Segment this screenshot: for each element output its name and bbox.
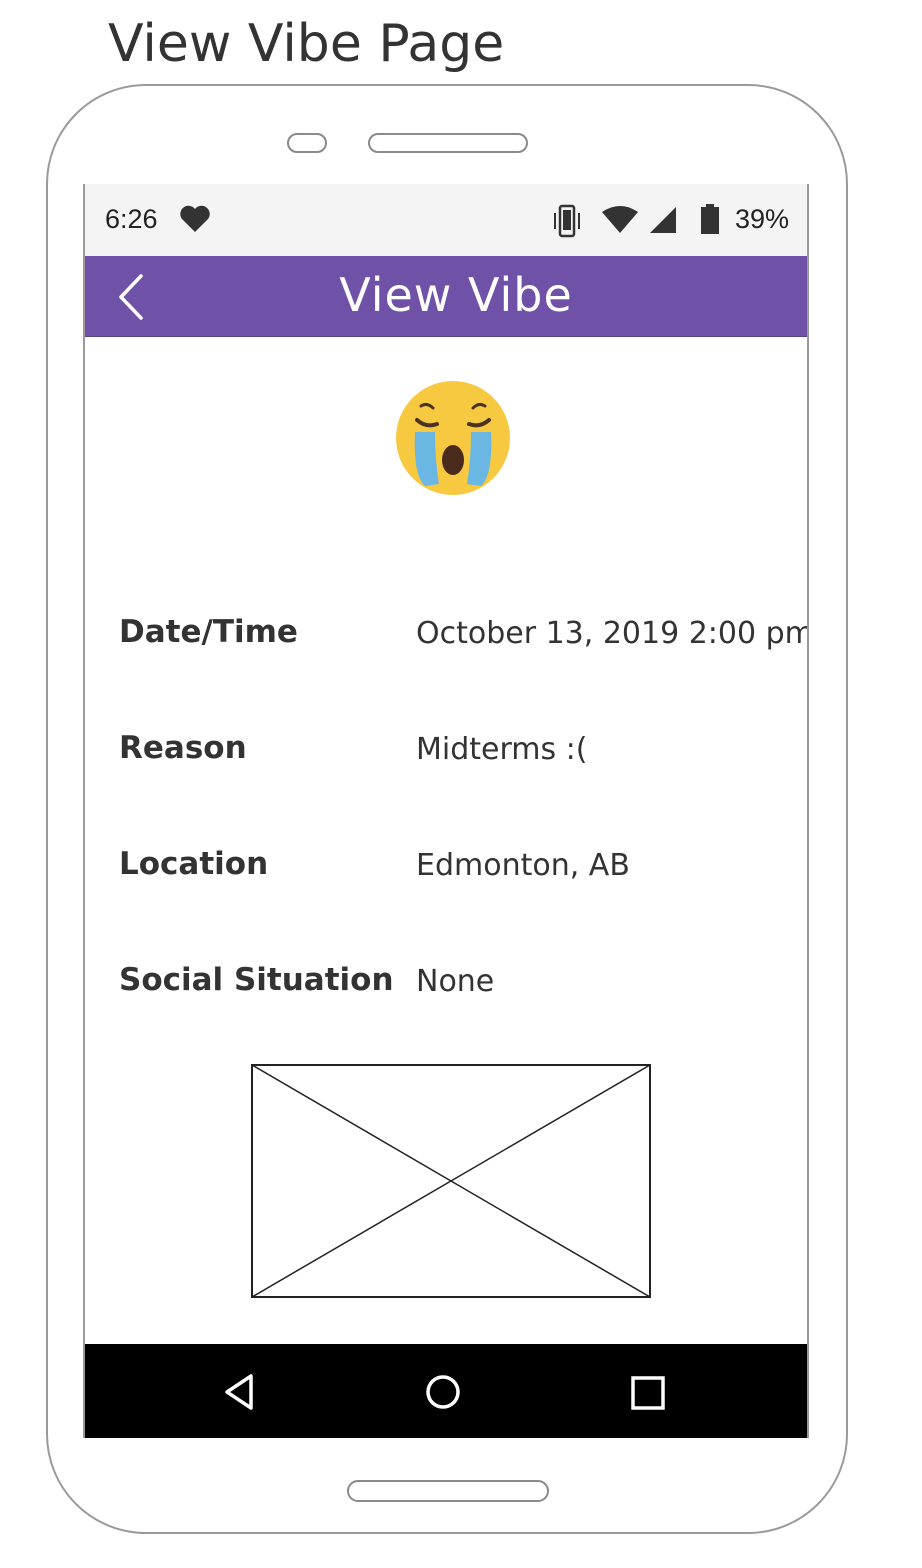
detail-label: Social Situation: [119, 962, 394, 998]
status-bar: 6:26 39%: [85, 184, 807, 256]
detail-value: None: [416, 964, 495, 999]
page-title: View Vibe Page: [108, 14, 505, 74]
image-placeholder: [251, 1064, 651, 1298]
vibrate-icon: [554, 204, 580, 238]
detail-row-reason: Reason Midterms :(: [119, 730, 807, 770]
nav-back-icon[interactable]: [221, 1372, 259, 1412]
signal-icon: [650, 207, 676, 233]
crying-face-emoji-icon: [396, 381, 510, 495]
app-bar: View Vibe: [85, 256, 807, 337]
battery-icon: [701, 204, 719, 234]
detail-row-location: Location Edmonton, AB: [119, 846, 807, 886]
detail-label: Reason: [119, 730, 247, 766]
system-nav-bar: [85, 1344, 807, 1438]
detail-label: Date/Time: [119, 614, 298, 650]
wifi-icon: [602, 206, 638, 233]
nav-recents-icon[interactable]: [629, 1374, 667, 1412]
status-time: 6:26: [105, 204, 158, 234]
battery-percentage: 39%: [735, 204, 790, 234]
detail-label: Location: [119, 846, 269, 882]
phone-screen: 6:26 39% View Vibe Date/Time October 13,…: [83, 184, 809, 1438]
detail-value: Midterms :(: [416, 732, 588, 767]
heart-icon: [180, 205, 210, 232]
nav-home-icon[interactable]: [423, 1372, 463, 1412]
phone-home-button: [347, 1480, 549, 1502]
phone-camera: [287, 133, 327, 153]
detail-value: Edmonton, AB: [416, 848, 630, 883]
detail-row-date-time: Date/Time October 13, 2019 2:00 pm: [119, 614, 809, 654]
phone-speaker: [368, 133, 528, 153]
detail-value: October 13, 2019 2:00 pm: [416, 616, 809, 651]
detail-row-social-situation: Social Situation None: [119, 962, 807, 1002]
app-bar-title: View Vibe: [339, 268, 573, 322]
